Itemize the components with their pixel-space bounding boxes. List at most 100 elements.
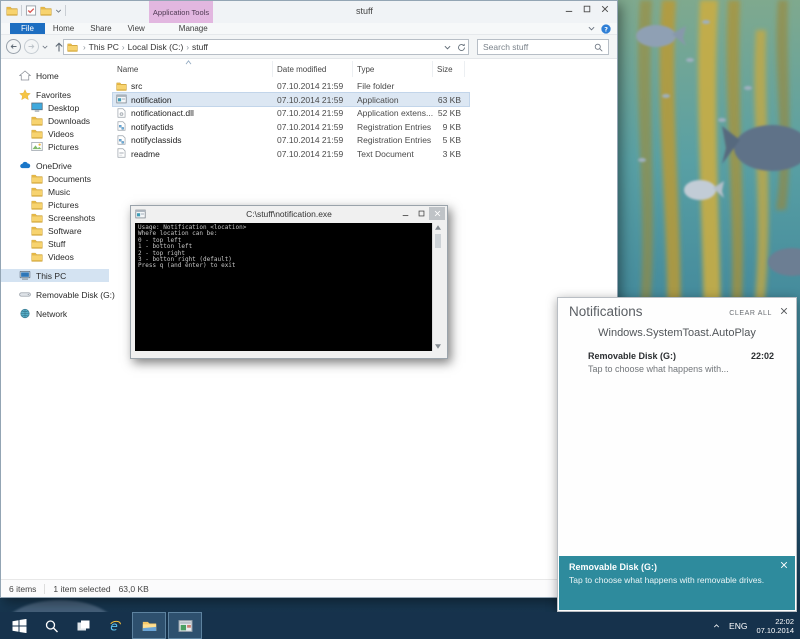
customize-qat-chevron-icon[interactable] [55,8,62,14]
application-icon [116,94,127,104]
taskbar-search-button[interactable] [36,612,66,639]
address-dropdown-chevron-icon[interactable] [444,44,451,51]
sidebar-item-pictures[interactable]: Pictures [1,140,109,153]
search-taskbar-icon [44,619,59,633]
triangle-down-icon [435,344,441,349]
scrollbar-thumb[interactable] [435,234,441,248]
scroll-up-arrow-icon[interactable] [433,223,443,232]
console-scrollbar[interactable] [432,223,443,351]
taskbar-clock[interactable]: 22:02 07.10.2014 [756,617,794,635]
forward-button[interactable] [24,39,39,54]
language-indicator[interactable]: ENG [729,621,747,631]
folder-icon [31,173,43,184]
table-row[interactable]: notifyactids07.10.2014 21:59Registration… [113,120,469,134]
console-close-button[interactable] [429,207,445,220]
file-name: notification [131,95,172,105]
file-size: 52 KB [389,108,461,118]
tab-home[interactable]: Home [45,23,82,34]
status-bar: 6 items 1 item selected 63,0 KB [1,579,617,597]
notification-item[interactable]: Removable Disk (G:)22:02Tap to choose wh… [588,351,774,374]
sidebar-item-label: Network [36,309,67,319]
sidebar-item-label: Removable Disk (G:) [36,290,115,300]
scroll-down-arrow-icon[interactable] [433,342,443,351]
search-input[interactable] [478,42,594,52]
search-icon[interactable] [594,43,603,52]
taskbar-console-app-button[interactable] [168,612,202,639]
back-button[interactable] [6,39,21,54]
table-row[interactable]: readme07.10.2014 21:59Text Document3 KB [113,147,469,161]
sidebar-item-label: Videos [48,129,74,139]
table-row[interactable]: notification07.10.2014 21:59Application6… [113,93,469,107]
table-row[interactable]: notifyclassids07.10.2014 21:59Registrati… [113,133,469,147]
close-button[interactable] [596,1,614,16]
tab-share[interactable]: Share [82,23,119,34]
sidebar-item-removable-disk-g[interactable]: Removable Disk (G:) [1,288,109,301]
properties-icon[interactable] [25,5,37,16]
refresh-icon[interactable] [457,43,466,52]
expand-ribbon-chevron-icon[interactable] [588,25,595,32]
console-maximize-button[interactable] [413,207,429,220]
sidebar-item-screenshots[interactable]: Screenshots [1,211,109,224]
file-name: notifyactids [131,122,174,132]
clear-all-button[interactable]: CLEAR ALL [729,310,772,317]
sidebar-item-software[interactable]: Software [1,224,109,237]
autoplay-toast[interactable]: Removable Disk (G:) Tap to choose what h… [559,556,795,610]
notifications-close-icon[interactable] [780,307,788,315]
file-size: 9 KB [389,122,461,132]
show-hidden-icons-chevron-icon[interactable] [713,623,720,629]
ribbon-controls: ? [588,23,611,34]
breadcrumb-item-stuff[interactable]: stuff [192,42,208,52]
sidebar-item-network[interactable]: Network [1,307,109,320]
table-row[interactable]: notificationact.dll07.10.2014 21:59Appli… [113,106,469,120]
taskbar-start-button[interactable] [4,612,34,639]
toolbar-divider [65,5,66,16]
sidebar-item-this-pc[interactable]: This PC [1,269,109,282]
help-icon[interactable]: ? [601,24,611,34]
console-minimize-button[interactable] [397,207,413,220]
sidebar-item-videos[interactable]: Videos [1,127,109,140]
recent-locations-chevron-icon[interactable] [42,44,48,50]
sidebar-item-label: Desktop [48,103,79,113]
maximize-icon [583,5,591,13]
explorer-titlebar[interactable]: Application Tools stuff [1,1,617,23]
sidebar-item-pictures[interactable]: Pictures [1,198,109,211]
tab-view[interactable]: View [120,23,153,34]
close-icon [434,210,441,217]
sidebar-item-downloads[interactable]: Downloads [1,114,109,127]
column-header-type[interactable]: Type [353,61,433,77]
file-size: 63 KB [389,95,461,105]
toast-close-icon[interactable] [780,561,788,569]
sidebar-item-favorites[interactable]: Favorites [1,88,109,101]
sidebar-item-videos[interactable]: Videos [1,250,109,263]
breadcrumb-item-local-disk-c[interactable]: Local Disk (C:) [128,42,184,52]
tab-file[interactable]: File [10,23,45,34]
address-box[interactable]: ›This PC›Local Disk (C:)›stuff [63,39,469,55]
triangle-up-icon [435,225,441,230]
column-header-date-modified[interactable]: Date modified [273,61,353,77]
file-name: notificationact.dll [131,108,194,118]
taskbar-task-view-button[interactable] [68,612,98,639]
sidebar-item-music[interactable]: Music [1,185,109,198]
sidebar-item-desktop[interactable]: Desktop [1,101,109,114]
maximize-button[interactable] [578,1,596,16]
taskbar-file-explorer-button[interactable] [132,612,166,639]
sidebar-item-home[interactable]: Home [1,69,109,82]
sidebar-item-label: Pictures [48,142,79,152]
file-size: 5 KB [389,135,461,145]
column-header-size[interactable]: Size [433,61,465,77]
table-row[interactable]: src07.10.2014 21:59File folder [113,79,469,93]
breadcrumb-separator: › [80,43,89,52]
tab-manage[interactable]: Manage [171,23,216,34]
minimize-button[interactable] [560,1,578,16]
sidebar-item-documents[interactable]: Documents [1,172,109,185]
new-folder-icon[interactable] [40,5,52,16]
minimize-icon [565,5,573,13]
sidebar-item-onedrive[interactable]: OneDrive [1,159,109,172]
console-titlebar[interactable]: C:\stuff\notification.exe [131,206,447,222]
column-header-name[interactable]: Name [113,61,273,77]
onedrive-icon [19,160,31,171]
breadcrumb-item-this-pc[interactable]: This PC [89,42,119,52]
taskbar-internet-explorer-button[interactable]: e [100,612,130,639]
sidebar-item-stuff[interactable]: Stuff [1,237,109,250]
caption-buttons [560,1,614,16]
